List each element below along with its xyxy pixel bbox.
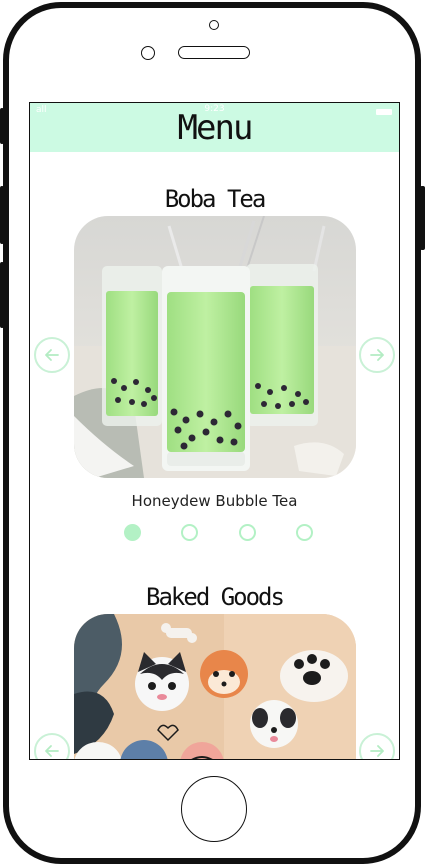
arrow-left-icon — [45, 745, 59, 757]
section-title-baked-goods: Baked Goods — [146, 583, 285, 611]
proximity-sensor — [141, 46, 155, 60]
arrow-left-icon — [45, 349, 59, 361]
boba-tea-photo[interactable] — [74, 216, 356, 478]
baked-goods-next-button[interactable] — [359, 733, 395, 759]
carousel-dot-2[interactable] — [181, 524, 198, 541]
carousel-indicator — [30, 524, 399, 544]
side-button-right — [420, 186, 425, 250]
header-bar: all 9:23 Menu — [30, 103, 399, 152]
arrow-right-icon — [370, 349, 384, 361]
home-button[interactable] — [181, 776, 247, 842]
animal-cookies-image — [74, 614, 356, 759]
carousel-dot-3[interactable] — [239, 524, 256, 541]
arrow-right-icon — [370, 745, 384, 757]
honeydew-bubble-tea-image — [74, 216, 356, 478]
boba-next-button[interactable] — [359, 337, 395, 373]
baked-goods-prev-button[interactable] — [34, 733, 70, 759]
front-camera — [209, 20, 219, 30]
carousel-dot-4[interactable] — [296, 524, 313, 541]
page-title: Menu — [177, 108, 254, 148]
boba-prev-button[interactable] — [34, 337, 70, 373]
earpiece-speaker — [178, 46, 250, 59]
side-button-left-bottom — [0, 262, 4, 328]
item-caption: Honeydew Bubble Tea — [131, 492, 298, 510]
side-button-left-top — [0, 108, 4, 144]
baked-goods-photo[interactable] — [74, 614, 356, 759]
section-title-boba-tea: Boba Tea — [164, 185, 267, 213]
side-button-left-mid — [0, 186, 4, 244]
carousel-dot-1[interactable] — [124, 524, 141, 541]
app-screen: all 9:23 Menu Boba Tea Honeydew Bubble T… — [29, 102, 400, 760]
